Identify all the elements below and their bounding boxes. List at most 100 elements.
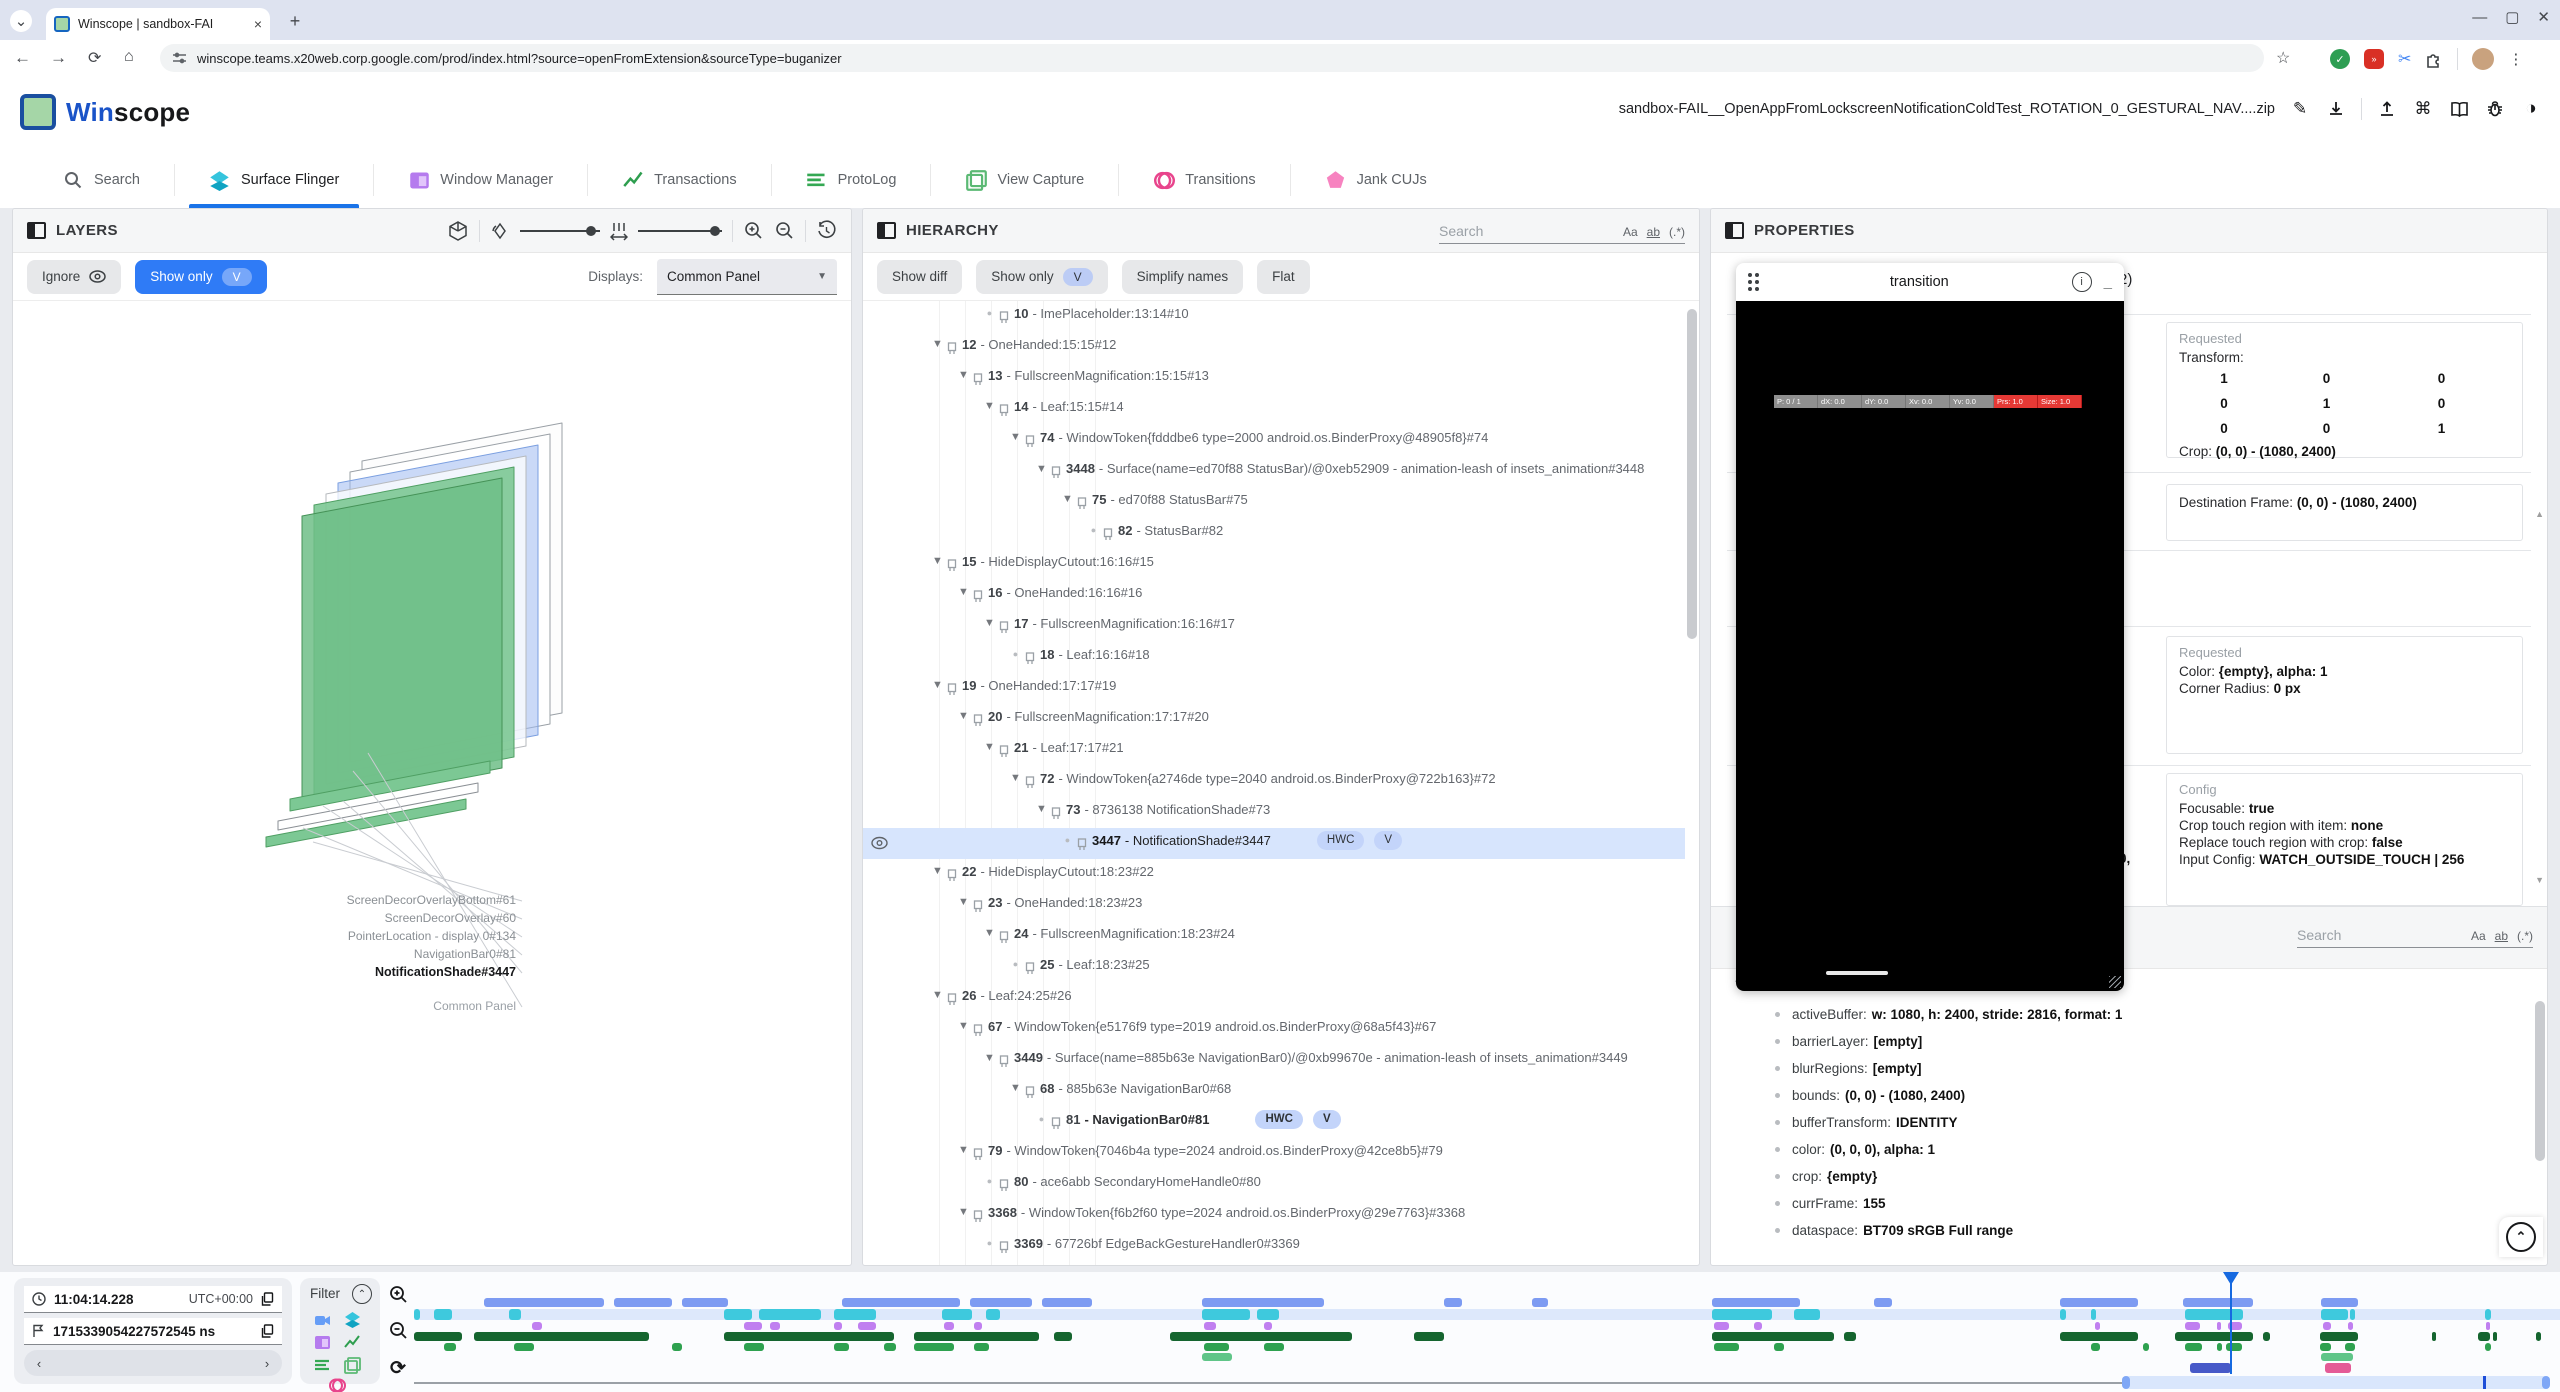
trace-entry-surface-flinger[interactable] (942, 1309, 972, 1320)
property-row-crop[interactable]: crop:{empty} (1711, 1163, 2533, 1190)
caret-down-icon[interactable]: ▼ (981, 921, 998, 946)
human-time-field[interactable]: 11:04:14.228 UTC+00:00 (24, 1286, 282, 1313)
hierarchy-node-3448[interactable]: ▼3448- Surface(name=ed70f88 StatusBar)/@… (863, 456, 1685, 487)
rotation-icon[interactable] (490, 221, 510, 241)
caret-down-icon[interactable]: ▼ (955, 1014, 972, 1039)
info-icon[interactable]: i (2072, 272, 2092, 292)
hierarchy-node-17[interactable]: ▼17- FullscreenMagnification:16:16#17 (863, 611, 1685, 642)
view-capture-filter-icon[interactable] (344, 1357, 361, 1374)
collapse-filter-icon[interactable]: ⌃ (352, 1284, 372, 1304)
layer-label[interactable]: ScreenDecorOverlayBottom#61 (347, 893, 516, 907)
trace-entry-protolog[interactable] (672, 1343, 682, 1351)
trace-entry-protolog[interactable] (514, 1343, 534, 1351)
trace-entry-window-manager[interactable] (1204, 1322, 1216, 1330)
layer-label[interactable]: NavigationBar0#81 (414, 947, 516, 961)
hierarchy-node-79[interactable]: ▼79- WindowToken{7046b4a type=2024 andro… (863, 1138, 1685, 1169)
trace-entry-window-manager[interactable] (744, 1322, 762, 1330)
trace-entry-screen-recording[interactable] (970, 1298, 1032, 1307)
hierarchy-node-20[interactable]: ▼20- FullscreenMagnification:17:17#20 (863, 704, 1685, 735)
3d-view-icon[interactable] (447, 220, 469, 242)
trace-entry-protolog[interactable] (914, 1343, 954, 1351)
hierarchy-node-21[interactable]: ▼21- Leaf:17:17#21 (863, 735, 1685, 766)
spacing-slider[interactable] (638, 230, 722, 232)
trace-entry-window-manager[interactable] (2323, 1322, 2331, 1330)
tab-view-capture[interactable]: View Capture (931, 152, 1118, 208)
trace-entry-surface-flinger[interactable] (1202, 1309, 1250, 1320)
hierarchy-node-3368[interactable]: ▼3368- WindowToken{f6b2f60 type=2024 and… (863, 1200, 1685, 1231)
trace-entry-window-manager[interactable] (2185, 1322, 2200, 1330)
trace-entry-screen-recording[interactable] (2321, 1298, 2358, 1307)
hierarchy-node-80[interactable]: ●80- ace6abb SecondaryHomeHandle0#80 (863, 1169, 1685, 1200)
tab-search[interactable]: Search (28, 152, 174, 208)
trace-entry-transactions[interactable] (414, 1332, 462, 1341)
trace-entry-window-manager[interactable] (770, 1322, 780, 1330)
trace-entry-window-manager[interactable] (1714, 1322, 1729, 1330)
property-row-currFrame[interactable]: currFrame:155 (1711, 1190, 2533, 1217)
layer-label[interactable]: ScreenDecorOverlay#60 (385, 911, 516, 925)
match-word-icon[interactable]: ab (1647, 225, 1660, 239)
timeline-canvas[interactable] (414, 1272, 2560, 1392)
trace-entry-protolog[interactable] (1204, 1343, 1229, 1351)
trace-entry-window-manager[interactable] (532, 1322, 542, 1330)
caret-down-icon[interactable]: ▼ (955, 704, 972, 729)
trace-entry-protolog[interactable] (2143, 1343, 2149, 1351)
surface-flinger-filter-icon[interactable] (344, 1311, 361, 1328)
overlay-titlebar[interactable]: transition i _ (1736, 263, 2124, 301)
chrome-menu-icon[interactable]: ⋮ (2508, 50, 2523, 68)
trace-entry-screen-recording[interactable] (1202, 1298, 1324, 1307)
trace-entry-surface-flinger[interactable] (1712, 1309, 1772, 1320)
trace-entry-transactions[interactable] (1054, 1332, 1072, 1341)
next-frame-icon[interactable]: › (254, 1350, 280, 1376)
trace-entry-transactions[interactable] (1170, 1332, 1352, 1341)
hierarchy-node-19[interactable]: ▼19- OneHanded:17:17#19 (863, 673, 1685, 704)
hierarchy-node-16[interactable]: ▼16- OneHanded:16:16#16 (863, 580, 1685, 611)
collapse-panel-icon[interactable] (1725, 222, 1744, 239)
property-row-barrierLayer[interactable]: barrierLayer:[empty] (1711, 1028, 2533, 1055)
caret-down-icon[interactable]: ▼ (929, 549, 946, 574)
property-row-blurRegions[interactable]: blurRegions:[empty] (1711, 1055, 2533, 1082)
properties-search-input[interactable]: Search Aa ab (.*) (2297, 921, 2533, 948)
trace-entry-protolog[interactable] (1774, 1343, 1784, 1351)
trace-entry-surface-flinger[interactable] (2485, 1309, 2491, 1320)
trace-entry-surface-flinger[interactable] (1794, 1309, 1820, 1320)
site-settings-icon[interactable] (172, 51, 187, 66)
layer-label[interactable]: Common Panel (433, 999, 516, 1013)
extension-check-icon[interactable]: ✓ (2330, 49, 2350, 69)
scissors-extension-icon[interactable]: ✂ (2398, 49, 2411, 69)
shortcuts-icon[interactable]: ⌘ (2412, 98, 2434, 120)
hierarchy-node-81[interactable]: ●81- NavigationBar0#81HWCV (863, 1107, 1685, 1138)
copy-icon[interactable] (261, 1324, 274, 1338)
screen-recording-filter-icon[interactable] (314, 1312, 331, 1329)
caret-down-icon[interactable]: ▼ (929, 332, 946, 357)
drag-handle-icon[interactable] (1748, 273, 1759, 291)
caret-down-icon[interactable]: ▼ (955, 363, 972, 388)
collapse-timeline-button[interactable]: ⌃ (2499, 1217, 2543, 1257)
filter-chip-simplify-names[interactable]: Simplify names (1122, 260, 1244, 294)
caret-down-icon[interactable]: ▼ (981, 611, 998, 636)
trace-entry-protolog[interactable] (1714, 1343, 1739, 1351)
trace-entry-surface-flinger[interactable] (2091, 1309, 2096, 1320)
tab-close-icon[interactable]: × (254, 16, 262, 32)
caret-down-icon[interactable]: ▼ (955, 1138, 972, 1163)
trace-entry-surface-flinger[interactable] (434, 1309, 452, 1320)
trace-entry-window-manager[interactable] (1264, 1322, 1272, 1330)
timeline-cursor-line[interactable] (2230, 1282, 2232, 1374)
trace-entry-transactions[interactable] (1414, 1332, 1444, 1341)
match-case-icon[interactable]: Aa (1623, 225, 1638, 239)
reset-view-icon[interactable] (816, 220, 837, 241)
zoom-in-icon[interactable] (743, 220, 764, 241)
tab-transitions[interactable]: Transitions (1119, 152, 1289, 208)
hierarchy-node-3369[interactable]: ●3369- 67726bf EdgeBackGestureHandler0#3… (863, 1231, 1685, 1262)
trace-entry-transactions[interactable] (1844, 1332, 1856, 1341)
trace-entry-surface-flinger[interactable] (2185, 1309, 2243, 1320)
url-bar[interactable]: winscope.teams.x20web.corp.google.com/pr… (160, 44, 2264, 72)
trace-entry-surface-flinger[interactable] (724, 1309, 752, 1320)
show-only-chip[interactable]: Show only V (135, 260, 266, 294)
back-icon[interactable]: ← (14, 48, 31, 68)
trace-entry-transactions[interactable] (2432, 1332, 2436, 1341)
scrollbar-right-handle[interactable] (2542, 1376, 2550, 1389)
trace-entry-transactions[interactable] (2536, 1332, 2541, 1341)
trace-entry-surface-flinger[interactable] (509, 1309, 521, 1320)
timeline-zoom-in-icon[interactable] (386, 1282, 410, 1306)
download-icon[interactable] (2325, 98, 2347, 120)
